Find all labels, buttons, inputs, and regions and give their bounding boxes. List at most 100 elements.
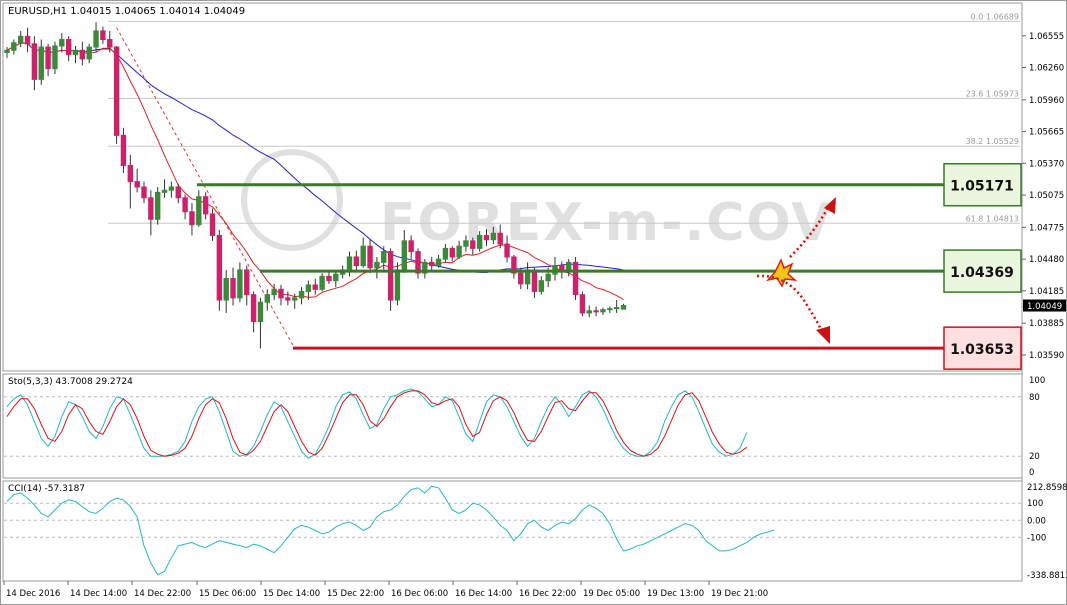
candle-body [367, 245, 373, 269]
candle-body [456, 245, 462, 258]
candle-body [250, 294, 257, 323]
price-tick-label: 1.04775 [1029, 223, 1064, 233]
price-tick-label: 1.04480 [1029, 255, 1064, 265]
candle-body [538, 280, 544, 292]
candle-body [490, 232, 497, 241]
candle-body [223, 278, 229, 301]
candle-body [100, 30, 106, 41]
candle-body [161, 189, 168, 193]
candle-body [216, 234, 223, 301]
candle-body [476, 234, 483, 249]
candle-body [244, 269, 250, 296]
candle-body [155, 191, 161, 220]
price-tick-label: 1.06260 [1029, 64, 1064, 74]
cci-label: CCI(14) -57.3187 [8, 484, 85, 494]
candle-body [24, 35, 31, 45]
candle-body [572, 261, 579, 296]
candle-body [429, 261, 435, 267]
candle-body [408, 240, 414, 253]
candle-body [202, 196, 209, 215]
price-tick-label: 1.05075 [1029, 191, 1064, 201]
candle-body [79, 49, 86, 60]
price-tick-label: 1.05665 [1029, 128, 1064, 138]
candle-body [326, 275, 332, 282]
cci-tick-label: -100 [1027, 533, 1046, 543]
candle-body [607, 308, 613, 311]
candle-body [148, 197, 154, 220]
candle-body [182, 197, 188, 213]
candle-body [545, 273, 551, 282]
candle-body [435, 258, 442, 267]
fib-label: 38.2 1.05529 [966, 137, 1019, 146]
candle-body [586, 310, 592, 314]
level-label: 1.05171 [950, 179, 1014, 195]
stochastic-tick-label: 20 [1029, 452, 1040, 462]
candle-body [305, 284, 312, 292]
cci-tick-label: 100 [1027, 499, 1043, 509]
time-tick-label: 19 Dec 13:00 [647, 589, 704, 599]
time-tick-label: 14 Dec 14:00 [70, 589, 127, 599]
candle-body [394, 269, 401, 301]
candle-body [374, 261, 380, 269]
candle-body [189, 211, 195, 226]
candle-body [518, 272, 524, 285]
fib-label: 23.6 1.05973 [966, 89, 1019, 98]
price-tick-label: 1.03885 [1029, 319, 1064, 329]
candle-body [113, 46, 120, 136]
candle-body [463, 240, 469, 247]
candle-body [531, 269, 538, 292]
current-price-label: 1.04049 [1027, 302, 1062, 312]
candle-body [4, 49, 10, 53]
time-tick-label: 19 Dec 21:00 [711, 589, 768, 599]
fib-label: 0.0 1.06689 [971, 12, 1019, 21]
candle-body [292, 297, 298, 301]
candle-body [579, 294, 586, 314]
candle-body [360, 245, 366, 267]
candle-body [141, 186, 147, 199]
candle-body [278, 288, 284, 299]
candle-body [93, 30, 99, 48]
candle-body [31, 43, 38, 80]
candle-body [120, 134, 127, 166]
candle-body [237, 269, 243, 299]
candle-body [45, 46, 51, 70]
time-tick-label: 16 Dec 22:00 [519, 589, 576, 599]
candle-body [65, 39, 72, 56]
price-chart[interactable]: FOREX-m-.COV 0.0 1.0668923.6 1.0597338.2… [0, 0, 1067, 605]
candle-body [449, 247, 455, 258]
candle-body [387, 251, 394, 301]
candle-body [230, 278, 236, 299]
time-tick-label: 15 Dec 14:00 [263, 589, 320, 599]
time-tick-label: 15 Dec 06:00 [199, 589, 256, 599]
candle-body [470, 240, 476, 249]
candle-body [312, 284, 318, 290]
candle-body [353, 256, 360, 267]
time-tick-label: 16 Dec 14:00 [455, 589, 512, 599]
candle-body [72, 49, 79, 56]
price-tick-label: 1.04185 [1029, 287, 1064, 297]
cci-tick-label: -338.8813 [1027, 571, 1067, 581]
candle-body [134, 181, 140, 188]
candle-body [333, 273, 339, 282]
candle-body [175, 186, 181, 199]
candle-body [593, 310, 599, 313]
candle-body [11, 42, 17, 51]
price-tick-label: 1.06555 [1029, 32, 1064, 42]
candle-body [285, 297, 291, 301]
candle-body [483, 234, 490, 241]
candle-body [346, 256, 353, 271]
stochastic-label: Sto(5,3,3) 43.7008 29.2724 [8, 377, 133, 387]
candle-body [497, 232, 503, 245]
candle-body [18, 35, 24, 44]
time-tick-label: 14 Dec 2016 [6, 589, 60, 599]
candle-body [620, 305, 627, 310]
time-tick-label: 14 Dec 22:00 [134, 589, 191, 599]
candle-body [257, 301, 264, 323]
level-label: 1.04369 [950, 265, 1014, 281]
candle-body [59, 39, 65, 47]
candle-body [168, 186, 175, 191]
time-tick-label: 19 Dec 05:00 [583, 589, 640, 599]
time-tick-label: 15 Dec 22:00 [327, 589, 384, 599]
candle-body [319, 275, 325, 290]
candle-body [613, 307, 620, 310]
